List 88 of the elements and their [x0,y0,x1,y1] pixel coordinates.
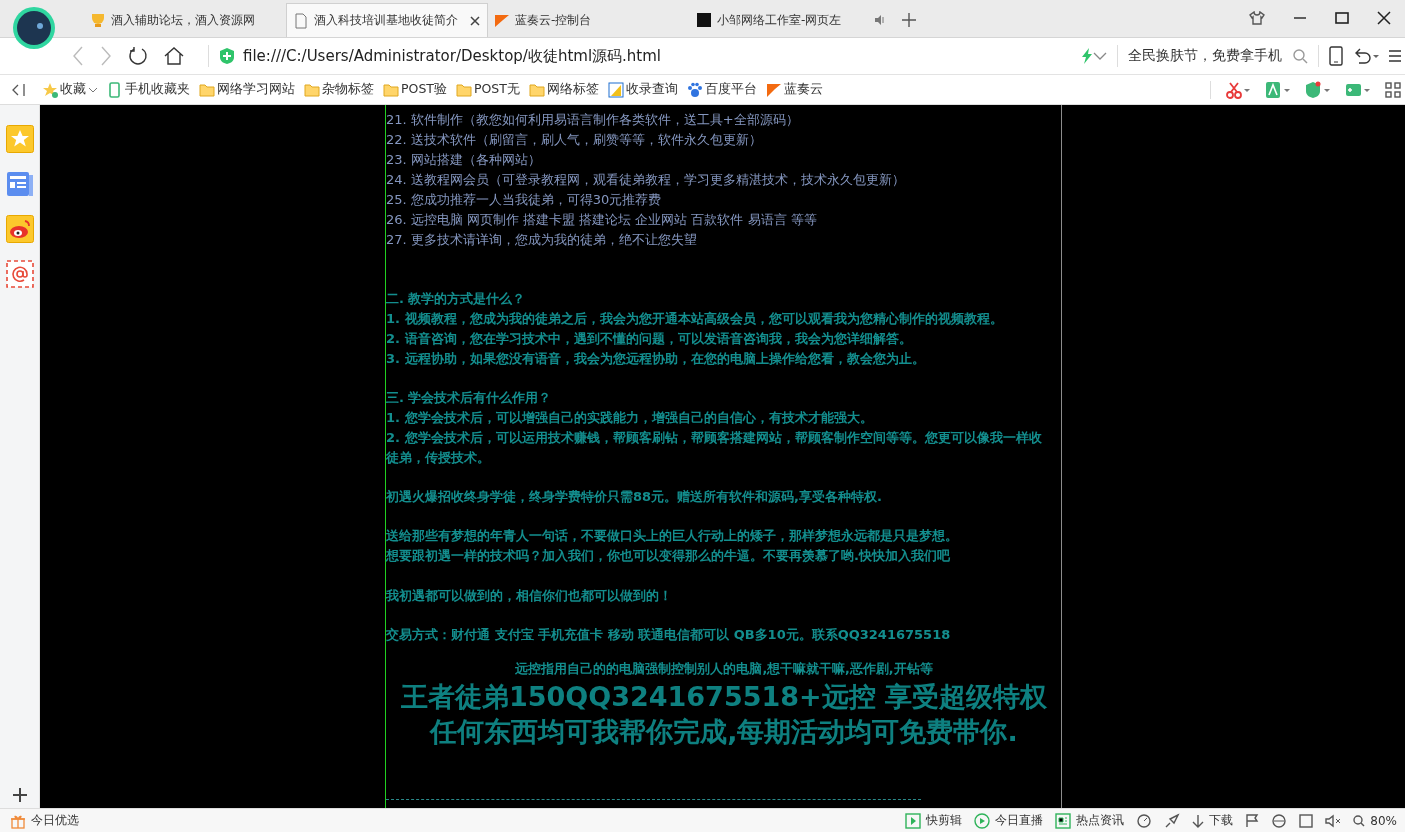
search-field[interactable]: 全民换肤节，免费拿手机 [1128,47,1282,65]
headline: 任何东西均可我帮你完成,每期活动均可免费带你. [428,715,1019,750]
bookmark-item[interactable]: 收藏 [42,81,98,98]
news-icon [1055,812,1072,829]
apps-grid-icon[interactable] [1385,81,1401,98]
close-icon[interactable] [469,14,481,27]
paragraph-line: 我初遇都可以做到的，相信你们也都可以做到的！ [386,586,673,605]
undo-icon[interactable] [1353,47,1379,65]
download-button[interactable]: 下载 [1192,812,1234,829]
search-icon[interactable] [1292,48,1308,64]
paragraph-line: 交易方式：财付通 支付宝 手机充值卡 移动 联通电信都可以 QB多10元。联系QQ3241675518 [386,626,952,645]
window-icon[interactable] [1299,813,1314,828]
list-item: 27. 更多技术请详询，您成为我的徒弟，绝不让您失望 [386,231,698,249]
shield-icon [219,47,235,65]
bookmark-item[interactable]: 蓝奏云 [765,81,823,98]
headline: 王者徒弟150QQ3241675518+远控 享受超级特权 [399,680,1049,715]
maximize-icon[interactable] [1335,11,1349,25]
phone-icon [107,81,123,98]
list-item: 24. 送教程网会员（可登录教程网，观看徒弟教程，学习更多精湛技术，技术永久包更新） [386,171,906,189]
chart-icon [607,81,624,98]
bookmark-item[interactable]: POST无 [455,81,520,98]
mute-icon[interactable] [1325,813,1342,828]
paragraph-line: 1. 视频教程，您成为我的徒弟之后，我会为您开通本站高级会员，您可以观看我为您精心制作的视频教程。 [386,309,1004,328]
browser-tab[interactable]: 酒入科技培训基地收徒简介 [286,3,488,37]
news-icon[interactable] [5,170,34,198]
flag-icon [765,81,782,98]
paragraph-line: 三. 学会技术后有什么作用？ [386,388,553,407]
menu-icon[interactable] [1389,48,1401,64]
download-arrow-icon [1192,813,1205,828]
folder-icon [455,81,472,98]
list-item: 25. 您成功推荐一人当我徒弟，可得30元推荐费 [386,191,663,209]
paragraph-line: 初遇火爆招收终身学徒，终身学费特价只需88元。赠送所有软件和源码,享受各种特权. [386,488,883,507]
plus-icon [902,13,916,27]
paragraph-line: 徒弟，传授技术。 [386,448,491,467]
bookmark-item[interactable]: 收录查询 [607,81,678,98]
paragraph-line: 二. 教学的方式是什么？ [386,289,527,308]
bookmark-item[interactable]: 手机收藏夹 [107,81,190,98]
shield-icon[interactable] [1305,80,1331,99]
folder-icon [199,81,215,98]
list-item: 26. 远控电脑 网页制作 搭建卡盟 搭建论坛 企业网站 百款软件 易语言 等等 [386,211,818,229]
paragraph-line: 2. 语音咨询，您在学习技术中，遇到不懂的问题，可以发语音咨询我，我会为您详细解答。 [386,329,913,348]
paw-icon [686,81,703,98]
close-icon[interactable] [1377,11,1391,25]
reload-icon[interactable] [128,46,148,66]
paragraph-line: 3. 远程协助，如果您没有语音，我会为您远程协助，在您的电脑上操作给您看，教会您为止。 [386,349,926,368]
flag-icon[interactable] [1245,813,1260,828]
chevron-down-icon[interactable] [1093,52,1107,60]
status-bar-button[interactable]: 热点资讯 [1055,812,1125,829]
plus-icon[interactable] [12,788,27,802]
shirt-icon[interactable] [1249,11,1265,25]
play-circle-icon [974,812,991,829]
list-item: 23. 网站搭建（各种网站） [386,151,542,169]
status-bar-button[interactable]: 快剪辑 [905,812,963,829]
paragraph-line: 2. 您学会技术后，可以运用技术赚钱，帮顾客刷钻，帮顾客搭建网站，帮顾客制作空间等等。您更可以像我一样收 [386,428,1043,447]
bookmark-item[interactable]: 网络标签 [528,81,599,98]
speaker-icon[interactable] [874,14,886,26]
mail-at-icon[interactable] [5,260,34,288]
zoom-button[interactable]: 80% [1353,813,1397,828]
page-icon [293,12,309,29]
star-icon [42,81,58,98]
status-bar-button[interactable]: 今日直播 [974,812,1044,829]
bookmark-item[interactable]: 杂物标签 [304,81,374,98]
bookmark-item[interactable]: POST验 [383,81,447,98]
trophy-icon [90,12,106,28]
address-field[interactable]: file:///C:/Users/Administrator/Desktop/收徒html源码.html [243,46,1081,66]
scissors-icon[interactable] [1225,80,1251,99]
bookmark-item[interactable]: 网络学习网站 [199,81,295,98]
search-icon [1353,814,1366,827]
folder-icon [528,81,545,98]
speedometer-icon[interactable] [1136,812,1153,829]
folder-icon [304,81,320,98]
square-icon [696,12,712,28]
clip-icon [905,812,922,829]
list-item: 21. 软件制作（教您如何利用易语言制作各类软件，送工具+全部源码） [386,111,800,129]
collapse-sidebar-icon[interactable] [12,82,26,97]
weibo-eye-icon[interactable] [5,215,34,243]
paragraph-line: 1. 您学会技术后，可以增强自己的实践能力，增强自己的自信心，有技术才能强大。 [386,408,874,427]
today-picks-button[interactable]: 今日优选 [10,812,79,829]
flag-icon [494,12,510,28]
list-item: 22. 送技术软件（刷留言，刷人气，刷赞等等，软件永久包更新） [386,131,763,149]
tablet-icon[interactable] [1329,46,1343,66]
chevron-down-icon [88,86,98,93]
bookmark-item[interactable]: 百度平台 [686,81,757,98]
paragraph-line: 想要跟初遇一样的技术吗？加入我们，你也可以变得那么的牛逼。不要再羡慕了哟.快快加入我们吧 [386,547,951,566]
paragraph-line: 送给那些有梦想的年青人一句话，不要做口头上的巨人行动上的矮子，那样梦想永远都是只是梦想。 [386,527,959,546]
folder-icon [383,81,399,98]
home-icon[interactable] [164,46,184,66]
note-line: 远控指用自己的的电脑强制控制别人的电脑,想干嘛就干嘛,恶作剧,开钻等 [514,660,934,679]
